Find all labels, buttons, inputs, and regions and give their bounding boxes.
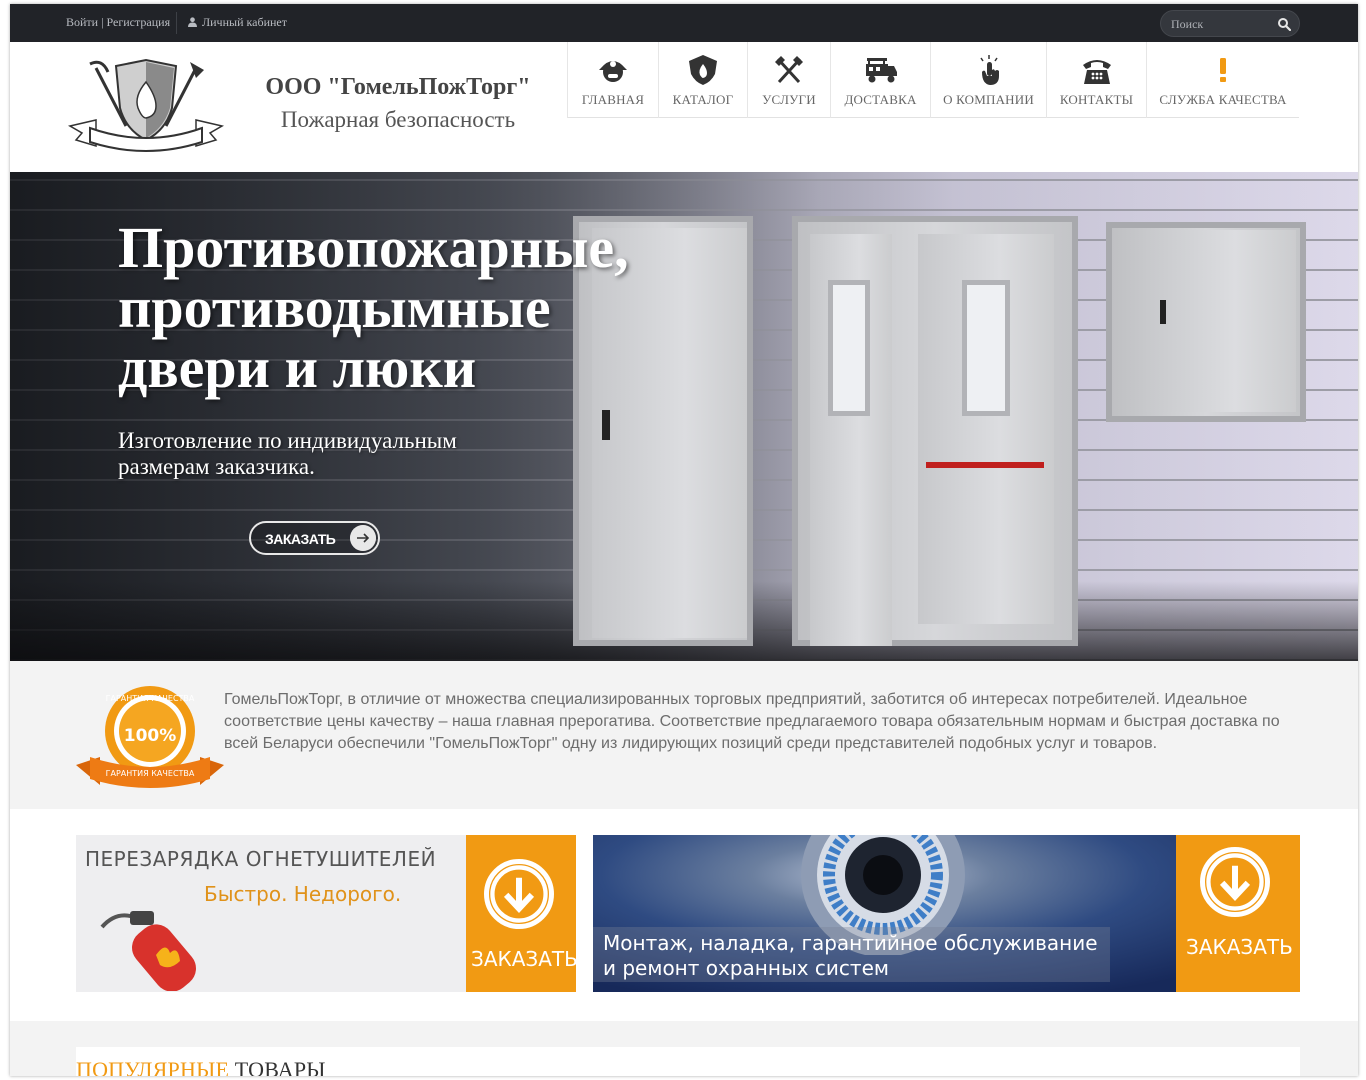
quality-guarantee-badge: ГАРАНТИЯ КАЧЕСТВА 100% ГАРАНТИЯ КАЧЕСТВА [76, 686, 224, 788]
popular-heading-highlight: ПОПУЛЯРНЫЕ [76, 1057, 230, 1076]
site-header: ООО "ГомельПожТорг" Пожарная безопасност… [10, 42, 1358, 172]
register-link[interactable]: Регистрация [107, 15, 171, 29]
company-tagline: Пожарная безопасность [280, 107, 516, 132]
search-icon[interactable] [1277, 17, 1291, 31]
search-input[interactable] [1171, 15, 1271, 33]
security-line-2: и ремонт охранных систем [603, 956, 889, 980]
panic-bar [926, 462, 1044, 468]
promo-banners: ПЕРЕЗАРЯДКА ОГНЕТУШИТЕЛЕЙ Быстро. Недоро… [10, 809, 1358, 1021]
hatch-handle [1160, 300, 1166, 324]
cabinet-label: Личный кабинет [202, 15, 287, 29]
popular-products-box: ПОПУЛЯРНЫЕ ТОВАРЫ [76, 1047, 1300, 1076]
arrow-down-icon [1200, 847, 1270, 917]
hero-title: Противопожарные, противодымные двери и л… [118, 215, 629, 400]
security-caption: Монтаж, наладка, гарантийное обслуживани… [603, 931, 1098, 981]
nav-item-catalog[interactable]: КАТАЛОГ [658, 42, 747, 118]
hatch-leaf [1144, 230, 1296, 412]
nav-label: ДОСТАВКА [844, 92, 917, 107]
hand-pointer-icon [979, 55, 999, 85]
exclamation-icon [1220, 58, 1226, 82]
telephone-icon [1082, 60, 1111, 84]
nav-item-quality[interactable]: СЛУЖБА КАЧЕСТВА [1146, 42, 1299, 118]
security-systems-banner[interactable]: Монтаж, наладка, гарантийное обслуживани… [593, 835, 1300, 992]
recharge-order-button[interactable]: ЗАКАЗАТЬ [466, 835, 576, 992]
nav-item-about[interactable]: О КОМПАНИИ [930, 42, 1046, 118]
badge-top-text: ГАРАНТИЯ КАЧЕСТВА [106, 694, 195, 703]
door-handle [602, 410, 610, 440]
company-name: ООО "ГомельПожТорг" [265, 74, 531, 100]
security-order-label: ЗАКАЗАТЬ [1186, 935, 1293, 959]
hero-order-button[interactable]: ЗАКАЗАТЬ [249, 521, 380, 555]
fire-truck-icon [865, 58, 897, 83]
main-nav: ГЛАВНАЯ КАТАЛОГ УСЛУГИ ДОСТАВКА О КОМПАН… [567, 42, 1299, 118]
recharge-order-label: ЗАКАЗАТЬ [471, 947, 576, 971]
door-window-left [828, 280, 870, 416]
top-bar: Войти | Регистрация Личный кабинет [10, 4, 1358, 42]
about-strip: ГАРАНТИЯ КАЧЕСТВА 100% ГАРАНТИЯ КАЧЕСТВА… [10, 661, 1358, 809]
hero-order-label: ЗАКАЗАТЬ [265, 531, 336, 547]
hero-banner: Противопожарные, противодымные двери и л… [10, 172, 1358, 661]
login-link[interactable]: Войти [66, 15, 98, 29]
security-order-button[interactable]: ЗАКАЗАТЬ [1176, 835, 1300, 992]
crossed-axes-icon [775, 56, 803, 84]
nav-item-home[interactable]: ГЛАВНАЯ [567, 42, 658, 118]
topbar-divider [176, 12, 177, 34]
arrow-right-icon [350, 525, 376, 551]
cabinet-link[interactable]: Личный кабинет [188, 15, 287, 30]
company-block: ООО "ГомельПожТорг" Пожарная безопасност… [258, 74, 538, 133]
nav-item-services[interactable]: УСЛУГИ [747, 42, 830, 118]
company-logo[interactable] [66, 56, 226, 156]
fire-extinguisher-icon [100, 911, 196, 991]
popular-products-heading: ПОПУЛЯРНЫЕ ТОВАРЫ [76, 1057, 326, 1076]
page-frame: Войти | Регистрация Личный кабинет ОО [10, 4, 1358, 1076]
security-line-1: Монтаж, наладка, гарантийное обслуживани… [603, 931, 1098, 955]
nav-label: ГЛАВНАЯ [581, 92, 645, 107]
auth-divider: | [101, 15, 104, 29]
recharge-banner[interactable]: ПЕРЕЗАРЯДКА ОГНЕТУШИТЕЛЕЙ Быстро. Недоро… [76, 835, 576, 992]
nav-label: УСЛУГИ [762, 92, 816, 107]
nav-item-delivery[interactable]: ДОСТАВКА [830, 42, 930, 118]
hero-subtitle: Изготовление по индивидуальным размерам … [118, 428, 457, 479]
badge-bottom-text: ГАРАНТИЯ КАЧЕСТВА [106, 769, 195, 778]
door-window-right [962, 280, 1010, 416]
recharge-title: ПЕРЕЗАРЯДКА ОГНЕТУШИТЕЛЕЙ [85, 847, 437, 871]
nav-label: КАТАЛОГ [672, 92, 734, 107]
auth-links: Войти | Регистрация [66, 15, 170, 30]
badge-percent: 100% [124, 726, 177, 746]
arrow-down-icon [484, 859, 554, 929]
nav-label: СЛУЖБА КАЧЕСТВА [1159, 92, 1287, 107]
popular-products-section: ПОПУЛЯРНЫЕ ТОВАРЫ [10, 1021, 1358, 1076]
fire-shield-icon [689, 55, 717, 85]
popular-heading-rest: ТОВАРЫ [229, 1057, 326, 1076]
nav-label: КОНТАКТЫ [1059, 92, 1134, 107]
search-box [1160, 10, 1300, 37]
about-text: ГомельПожТорг, в отличие от множества сп… [224, 691, 1280, 752]
recharge-subtitle: Быстро. Недорого. [204, 882, 402, 906]
firefighter-helmet-icon [599, 61, 627, 82]
nav-item-contacts[interactable]: КОНТАКТЫ [1046, 42, 1146, 118]
user-icon [188, 17, 197, 27]
nav-label: О КОМПАНИИ [943, 92, 1034, 107]
